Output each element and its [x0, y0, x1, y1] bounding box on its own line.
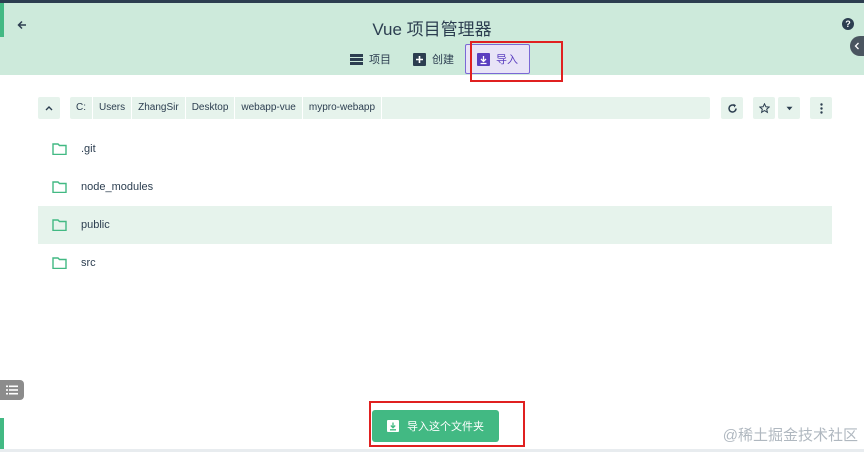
- list-icon: [350, 53, 363, 65]
- folder-name: node_modules: [81, 181, 154, 193]
- folder-name: src: [81, 257, 96, 269]
- help-icon[interactable]: ?: [842, 18, 854, 30]
- bottom-accent-bar: [0, 418, 4, 452]
- tab-create-label: 创建: [432, 54, 454, 66]
- tab-projects-label: 项目: [369, 54, 391, 66]
- caret-down-icon: [786, 106, 792, 110]
- breadcrumb: C: Users ZhangSir Desktop webapp-vue myp…: [70, 97, 732, 119]
- page-title: Vue 项目管理器: [372, 20, 492, 39]
- import-folder-label: 导入这个文件夹: [407, 421, 484, 433]
- tab-import-label: 导入: [496, 54, 518, 66]
- more-options-button[interactable]: [810, 97, 832, 119]
- chevron-up-icon: [45, 106, 53, 111]
- tab-create[interactable]: 创建: [402, 44, 465, 74]
- breadcrumb-item[interactable]: ZhangSir: [132, 97, 186, 119]
- refresh-icon: [727, 103, 737, 113]
- breadcrumb-item[interactable]: Desktop: [186, 97, 236, 119]
- left-accent-bar: [0, 3, 4, 37]
- watermark: @稀土掘金技术社区: [722, 427, 858, 444]
- folder-icon: [52, 143, 67, 155]
- favorites-dropdown-button[interactable]: [778, 97, 800, 119]
- import-folder-button[interactable]: 导入这个文件夹: [372, 410, 499, 442]
- list-bullets-icon: [6, 385, 18, 395]
- collapse-panel-button[interactable]: [850, 36, 864, 56]
- tab-import[interactable]: 导入: [465, 44, 530, 74]
- main-tabs: 项目 创建 导入: [339, 43, 530, 75]
- more-vertical-icon: [819, 102, 823, 114]
- import-icon: [387, 420, 399, 432]
- folder-icon: [52, 181, 67, 193]
- favorite-button[interactable]: [753, 97, 775, 119]
- breadcrumb-item[interactable]: C:: [70, 97, 93, 119]
- plus-icon: [413, 52, 426, 66]
- folder-icon: [52, 257, 67, 269]
- folder-name: public: [81, 219, 110, 231]
- tab-projects[interactable]: 项目: [339, 44, 402, 74]
- star-icon: [758, 102, 770, 113]
- folder-item[interactable]: .git: [38, 130, 832, 168]
- breadcrumb-item[interactable]: webapp-vue: [235, 97, 303, 119]
- folder-name: .git: [81, 143, 96, 155]
- chevron-left-icon: [854, 42, 859, 50]
- import-icon: [477, 52, 490, 66]
- breadcrumb-item[interactable]: Users: [93, 97, 133, 119]
- folder-item[interactable]: src: [38, 244, 832, 282]
- folder-icon: [52, 219, 67, 231]
- path-bar: C: Users ZhangSir Desktop webapp-vue myp…: [38, 97, 832, 119]
- folder-item[interactable]: node_modules: [38, 168, 832, 206]
- folder-item[interactable]: public: [38, 206, 832, 244]
- side-menu-button[interactable]: [0, 380, 24, 400]
- app-header: Vue 项目管理器 ? 项目 创建 导入: [0, 3, 864, 75]
- parent-folder-button[interactable]: [38, 97, 60, 119]
- breadcrumb-item[interactable]: mypro-webapp: [303, 97, 383, 119]
- refresh-button[interactable]: [721, 97, 743, 119]
- folder-list: .git node_modules public src: [38, 130, 832, 282]
